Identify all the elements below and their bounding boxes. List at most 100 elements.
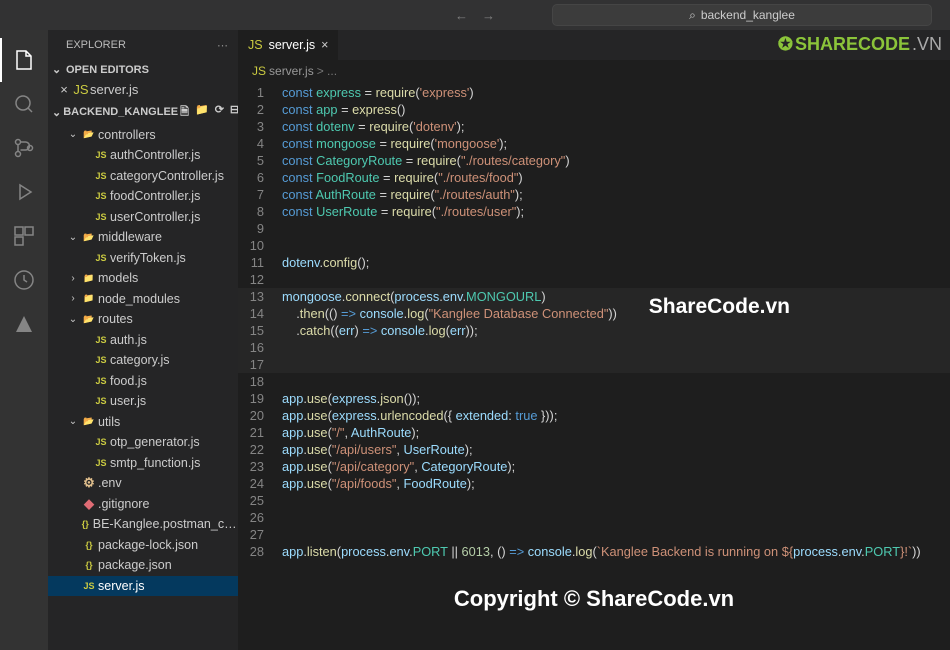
sidebar-title: EXPLORER (66, 39, 126, 51)
code-line[interactable]: 6const FoodRoute = require("./routes/foo… (238, 169, 950, 186)
activity-extensions-icon[interactable] (0, 214, 48, 258)
titlebar: ← → ⌕ backend_kanglee (0, 0, 950, 30)
nav-back-icon[interactable]: ← (455, 8, 468, 23)
code-line[interactable]: 24app.use("/api/foods", FoodRoute); (238, 475, 950, 492)
code-line[interactable]: 17 (238, 356, 950, 373)
tree-file[interactable]: JScategoryController.js (48, 166, 238, 187)
code-line[interactable]: 3const dotenv = require('dotenv'); (238, 118, 950, 135)
activity-scm-icon[interactable] (0, 126, 48, 170)
tree-item-label: verifyToken.js (110, 251, 186, 265)
tree-file[interactable]: JSfood.js (48, 371, 238, 392)
code-line[interactable]: 5const CategoryRoute = require("./routes… (238, 152, 950, 169)
code-line[interactable]: 14 .then(() => console.log("Kanglee Data… (238, 305, 950, 322)
line-number: 7 (238, 186, 282, 203)
folder-utils-icon: 📂 (80, 416, 98, 427)
tree-folder[interactable]: ⌄📂controllers (48, 125, 238, 146)
line-number: 6 (238, 169, 282, 186)
tree-file[interactable]: JSsmtp_function.js (48, 453, 238, 474)
code-line[interactable]: 15 .catch((err) => console.log(err)); (238, 322, 950, 339)
line-content: const dotenv = require('dotenv'); (282, 118, 464, 135)
tree-file[interactable]: JSfoodController.js (48, 186, 238, 207)
code-line[interactable]: 12 (238, 271, 950, 288)
tree-file[interactable]: JSotp_generator.js (48, 432, 238, 453)
search-box[interactable]: ⌕ backend_kanglee (552, 4, 932, 26)
nav-fwd-icon[interactable]: → (482, 8, 495, 23)
new-folder-icon[interactable]: 📁 (195, 103, 209, 122)
refresh-icon[interactable]: ⟳ (215, 103, 224, 122)
more-icon[interactable]: ⋯ (217, 39, 228, 52)
code-line[interactable]: 25 (238, 492, 950, 509)
js-icon: JS (92, 355, 110, 365)
tree-file[interactable]: JSauth.js (48, 330, 238, 351)
code-line[interactable]: 7const AuthRoute = require("./routes/aut… (238, 186, 950, 203)
open-editors-section[interactable]: ⌄ OPEN EDITORS (48, 60, 238, 79)
code-line[interactable]: 1const express = require('express') (238, 84, 950, 101)
collapse-icon[interactable]: ⊟ (230, 103, 238, 122)
tree-file[interactable]: JSuser.js (48, 391, 238, 412)
code-line[interactable]: 4const mongoose = require('mongoose'); (238, 135, 950, 152)
tree-folder[interactable]: ›📁node_modules (48, 289, 238, 310)
activity-timeline-icon[interactable] (0, 258, 48, 302)
code-line[interactable]: 18 (238, 373, 950, 390)
code-line[interactable]: 13mongoose.connect(process.env.MONGOURL) (238, 288, 950, 305)
json-icon: {} (80, 560, 98, 570)
line-number: 16 (238, 339, 282, 356)
tree-item-label: package.json (98, 558, 172, 572)
code-line[interactable]: 9 (238, 220, 950, 237)
code-line[interactable]: 8const UserRoute = require("./routes/use… (238, 203, 950, 220)
code-line[interactable]: 16 (238, 339, 950, 356)
tree-item-label: package-lock.json (98, 538, 198, 552)
tree-file[interactable]: ⚙.env (48, 473, 238, 494)
project-section[interactable]: ⌄ BACKEND_KANGLEE 🗎 📁 ⟳ ⊟ (48, 100, 238, 125)
code-line[interactable]: 27 (238, 526, 950, 543)
code-line[interactable]: 23app.use("/api/category", CategoryRoute… (238, 458, 950, 475)
tree-file[interactable]: ◆.gitignore (48, 494, 238, 515)
tree-item-label: BE-Kanglee.postman_collecti... (93, 517, 238, 531)
activity-triangle-icon[interactable] (0, 302, 48, 346)
tree-file[interactable]: JScategory.js (48, 350, 238, 371)
line-number: 19 (238, 390, 282, 407)
chevron-down-icon: ⌄ (52, 63, 64, 76)
tree-file[interactable]: JSverifyToken.js (48, 248, 238, 269)
json-br-icon: {} (78, 519, 93, 529)
code-line[interactable]: 11dotenv.config(); (238, 254, 950, 271)
tree-folder[interactable]: ⌄📂middleware (48, 227, 238, 248)
line-number: 14 (238, 305, 282, 322)
code-line[interactable]: 2const app = express() (238, 101, 950, 118)
code-editor[interactable]: 1const express = require('express')2cons… (238, 82, 950, 650)
breadcrumb[interactable]: JS server.js > ... (238, 60, 950, 82)
code-line[interactable]: 28app.listen(process.env.PORT || 6013, (… (238, 543, 950, 560)
close-icon[interactable]: × (321, 38, 328, 52)
code-line[interactable]: 21app.use("/", AuthRoute); (238, 424, 950, 441)
code-line[interactable]: 22app.use("/api/users", UserRoute); (238, 441, 950, 458)
close-icon[interactable]: × (56, 82, 72, 97)
tree-file[interactable]: {}BE-Kanglee.postman_collecti... (48, 514, 238, 535)
line-content: const AuthRoute = require("./routes/auth… (282, 186, 523, 203)
tree-file[interactable]: {}package-lock.json (48, 535, 238, 556)
tree-folder[interactable]: ⌄📂utils (48, 412, 238, 433)
editor-area: JS server.js × JS server.js > ... 1const… (238, 30, 950, 650)
code-line[interactable]: 26 (238, 509, 950, 526)
new-file-icon[interactable]: 🗎 (180, 103, 189, 122)
tab-server-js[interactable]: JS server.js × (238, 30, 339, 60)
json-icon: {} (80, 540, 98, 550)
activity-explorer-icon[interactable] (0, 38, 48, 82)
tab-label: server.js (269, 38, 316, 52)
activity-debug-icon[interactable] (0, 170, 48, 214)
open-editor-item[interactable]: × JS server.js (48, 79, 238, 100)
line-number: 20 (238, 407, 282, 424)
code-line[interactable]: 19app.use(express.json()); (238, 390, 950, 407)
tree-item-label: .env (98, 476, 122, 490)
tree-file[interactable]: JSuserController.js (48, 207, 238, 228)
line-content: const CategoryRoute = require("./routes/… (282, 152, 570, 169)
tree-folder[interactable]: ›📁models (48, 268, 238, 289)
tree-item-label: server.js (98, 579, 145, 593)
code-line[interactable]: 10 (238, 237, 950, 254)
tree-file[interactable]: JSauthController.js (48, 145, 238, 166)
activity-search-icon[interactable] (0, 82, 48, 126)
tree-file[interactable]: JSserver.js (48, 576, 238, 597)
tree-folder[interactable]: ⌄📂routes (48, 309, 238, 330)
tree-file[interactable]: {}package.json (48, 555, 238, 576)
code-line[interactable]: 20app.use(express.urlencoded({ extended:… (238, 407, 950, 424)
js-icon: JS (92, 396, 110, 406)
